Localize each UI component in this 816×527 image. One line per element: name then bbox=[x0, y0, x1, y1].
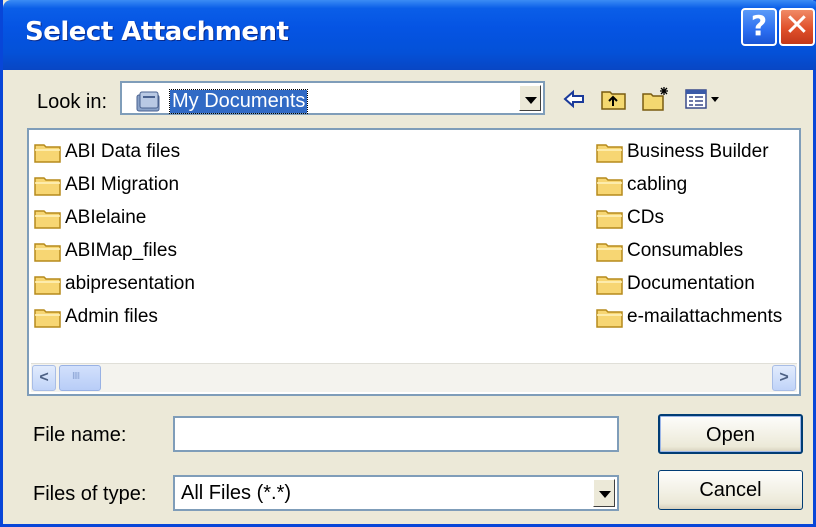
view-menu-icon[interactable] bbox=[683, 84, 723, 114]
folder-icon bbox=[34, 276, 61, 295]
look-in-value: My Documents bbox=[168, 89, 309, 114]
up-folder-icon[interactable] bbox=[599, 84, 629, 114]
folder-item[interactable]: Admin files bbox=[33, 303, 158, 331]
folder-item[interactable]: e-mailattachments bbox=[595, 303, 782, 331]
folder-label: ABIelaine bbox=[65, 207, 147, 228]
horizontal-scrollbar[interactable]: < > bbox=[31, 363, 797, 392]
folder-label: Consumables bbox=[627, 240, 744, 261]
folder-item[interactable]: Business Builder bbox=[595, 138, 769, 166]
look-in-label: Look in: bbox=[37, 91, 108, 113]
scroll-right-button[interactable]: > bbox=[772, 365, 796, 391]
open-button[interactable]: Open bbox=[658, 414, 803, 454]
back-arrow-icon[interactable] bbox=[559, 84, 589, 114]
folder-label: CDs bbox=[627, 207, 664, 228]
folder-label: cabling bbox=[627, 174, 688, 195]
folder-label: Admin files bbox=[65, 306, 158, 327]
files-of-type-value: All Files (*.*) bbox=[181, 482, 292, 504]
folder-icon bbox=[34, 177, 61, 196]
cancel-button[interactable]: Cancel bbox=[658, 470, 803, 510]
folder-icon bbox=[34, 210, 61, 229]
files-of-type-label: Files of type: bbox=[33, 483, 147, 505]
close-button[interactable]: ✕ bbox=[779, 8, 815, 46]
file-list-pane[interactable]: ABI Data files ABI Migration ABIelaine ABIM… bbox=[27, 128, 801, 396]
folder-label: e-mailattachments bbox=[627, 306, 783, 327]
title-bar[interactable]: Select Attachment ? ✕ bbox=[3, 0, 816, 70]
my-documents-icon bbox=[136, 91, 160, 112]
folder-item[interactable]: CDs bbox=[595, 204, 664, 232]
folder-icon bbox=[34, 243, 61, 262]
scroll-left-button[interactable]: < bbox=[32, 365, 56, 391]
look-in-combobox[interactable]: My Documents bbox=[120, 81, 545, 115]
folder-item[interactable]: abipresentation bbox=[33, 270, 195, 298]
folder-item[interactable]: ABIelaine bbox=[33, 204, 146, 232]
folder-item[interactable]: ABIMap_files bbox=[33, 237, 177, 265]
new-folder-icon[interactable] bbox=[641, 84, 671, 114]
folder-icon bbox=[34, 309, 61, 328]
folder-label: ABI Migration bbox=[65, 174, 180, 195]
folder-icon bbox=[596, 243, 623, 262]
folder-label: ABIMap_files bbox=[65, 240, 177, 261]
folder-label: ABI Data files bbox=[65, 141, 181, 162]
folder-icon bbox=[596, 276, 623, 295]
folder-label: abipresentation bbox=[65, 273, 195, 294]
folder-icon bbox=[596, 309, 623, 328]
folder-label: Business Builder bbox=[627, 141, 769, 162]
folder-icon bbox=[596, 177, 623, 196]
look-in-dropdown-arrow[interactable] bbox=[519, 85, 541, 111]
folder-icon bbox=[34, 144, 61, 163]
help-button[interactable]: ? bbox=[741, 8, 777, 46]
folder-item[interactable]: Consumables bbox=[595, 237, 743, 265]
select-attachment-dialog: Select Attachment ? ✕ Look in: My Docume… bbox=[0, 0, 816, 527]
file-name-input[interactable] bbox=[173, 416, 619, 452]
dialog-title: Select Attachment bbox=[25, 17, 289, 47]
folder-item[interactable]: ABI Migration bbox=[33, 171, 179, 199]
folder-icon bbox=[596, 210, 623, 229]
folder-item[interactable]: Documentation bbox=[595, 270, 755, 298]
files-of-type-dropdown-arrow[interactable] bbox=[593, 479, 615, 507]
folder-item[interactable]: ABI Data files bbox=[33, 138, 180, 166]
file-name-label: File name: bbox=[33, 424, 127, 446]
scrollbar-thumb[interactable] bbox=[59, 365, 101, 391]
folder-icon bbox=[596, 144, 623, 163]
files-of-type-combobox[interactable]: All Files (*.*) bbox=[173, 475, 619, 511]
folder-label: Documentation bbox=[627, 273, 755, 294]
folder-item[interactable]: cabling bbox=[595, 171, 687, 199]
